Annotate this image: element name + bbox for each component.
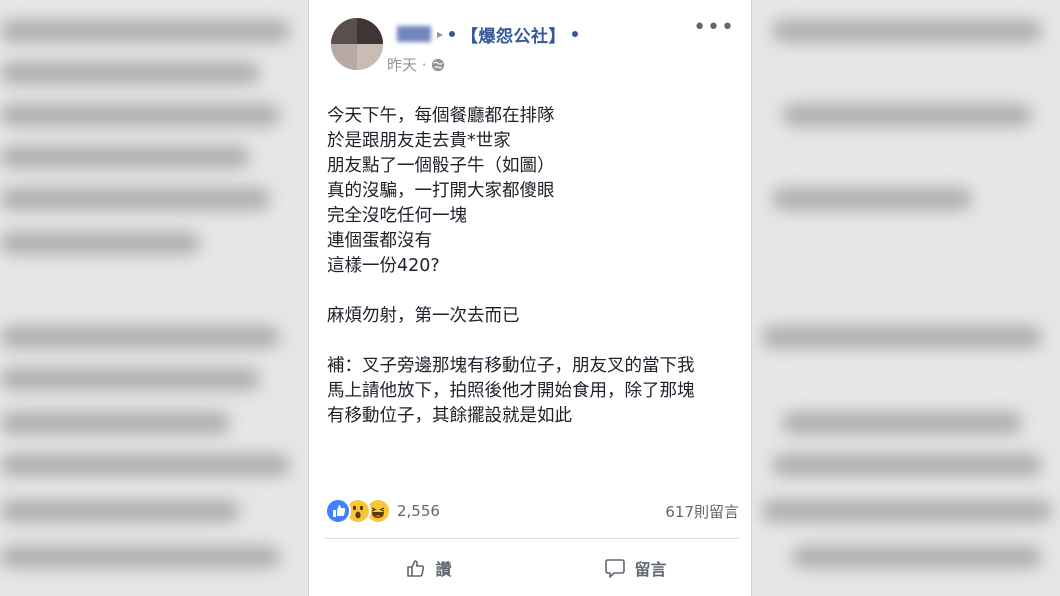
content-line: 真的沒騙，一打開大家都傻眼 (327, 181, 555, 201)
comment-count[interactable]: 617則留言 (665, 501, 739, 522)
reaction-count[interactable]: 2,556 (397, 502, 440, 520)
comment-button[interactable]: 留言 (532, 546, 739, 590)
more-icon[interactable]: ••• (693, 17, 735, 39)
content-line: 有移動位子，其餘擺設就是如此 (327, 406, 572, 426)
content-line: 完全沒吃任何一塊 (327, 206, 467, 226)
content-line: 今天下午，每個餐廳都在排隊 (327, 106, 555, 126)
content-line: 於是跟朋友走去貴*世家 (327, 131, 511, 151)
content-line: 連個蛋都沒有 (327, 231, 432, 251)
like-reaction-icon (325, 498, 351, 524)
blurred-background-right (752, 0, 1060, 596)
post-header: ▸ 【爆怨公社】 (397, 22, 579, 47)
content-line: 麻煩勿射，第一次去而已 (327, 306, 520, 326)
dot-icon (572, 31, 579, 37)
like-label: 讚 (435, 560, 452, 579)
globe-icon[interactable] (431, 58, 445, 72)
content-line: 馬上請他放下，拍照後他才開始食用，除了那塊 (327, 381, 695, 401)
like-button[interactable]: 讚 (325, 546, 532, 590)
timestamp[interactable]: 昨天 · (387, 54, 427, 75)
dot-icon (449, 31, 456, 37)
content-line: 朋友點了一個骰子牛（如圖） (327, 156, 555, 176)
arrow-right-icon: ▸ (437, 27, 444, 41)
blurred-background-left (0, 0, 308, 596)
author-name-blurred[interactable] (397, 26, 431, 42)
group-name-link[interactable]: 【爆怨公社】 (461, 22, 566, 47)
divider (325, 538, 739, 539)
post-meta: 昨天 · (387, 54, 445, 75)
avatar[interactable] (331, 18, 383, 70)
post-actions: 讚 留言 (325, 546, 739, 590)
post-content: 今天下午，每個餐廳都在排隊 於是跟朋友走去貴*世家 朋友點了一個骰子牛（如圖） … (327, 104, 739, 429)
content-line: 這樣一份420? (327, 256, 440, 276)
content-line: 補：叉子旁邊那塊有移動位子，朋友叉的當下我 (327, 356, 695, 376)
reactions-summary[interactable]: 2,556 (325, 498, 440, 524)
comment-label: 留言 (634, 560, 667, 579)
post-stats: 2,556 617則留言 (325, 498, 739, 524)
facebook-post: ▸ 【爆怨公社】 昨天 · ••• 今天下午，每個餐廳都在排隊 於是跟朋友走去貴… (308, 0, 752, 596)
comment-bubble-icon (605, 559, 626, 578)
thumbs-up-icon (407, 560, 425, 577)
